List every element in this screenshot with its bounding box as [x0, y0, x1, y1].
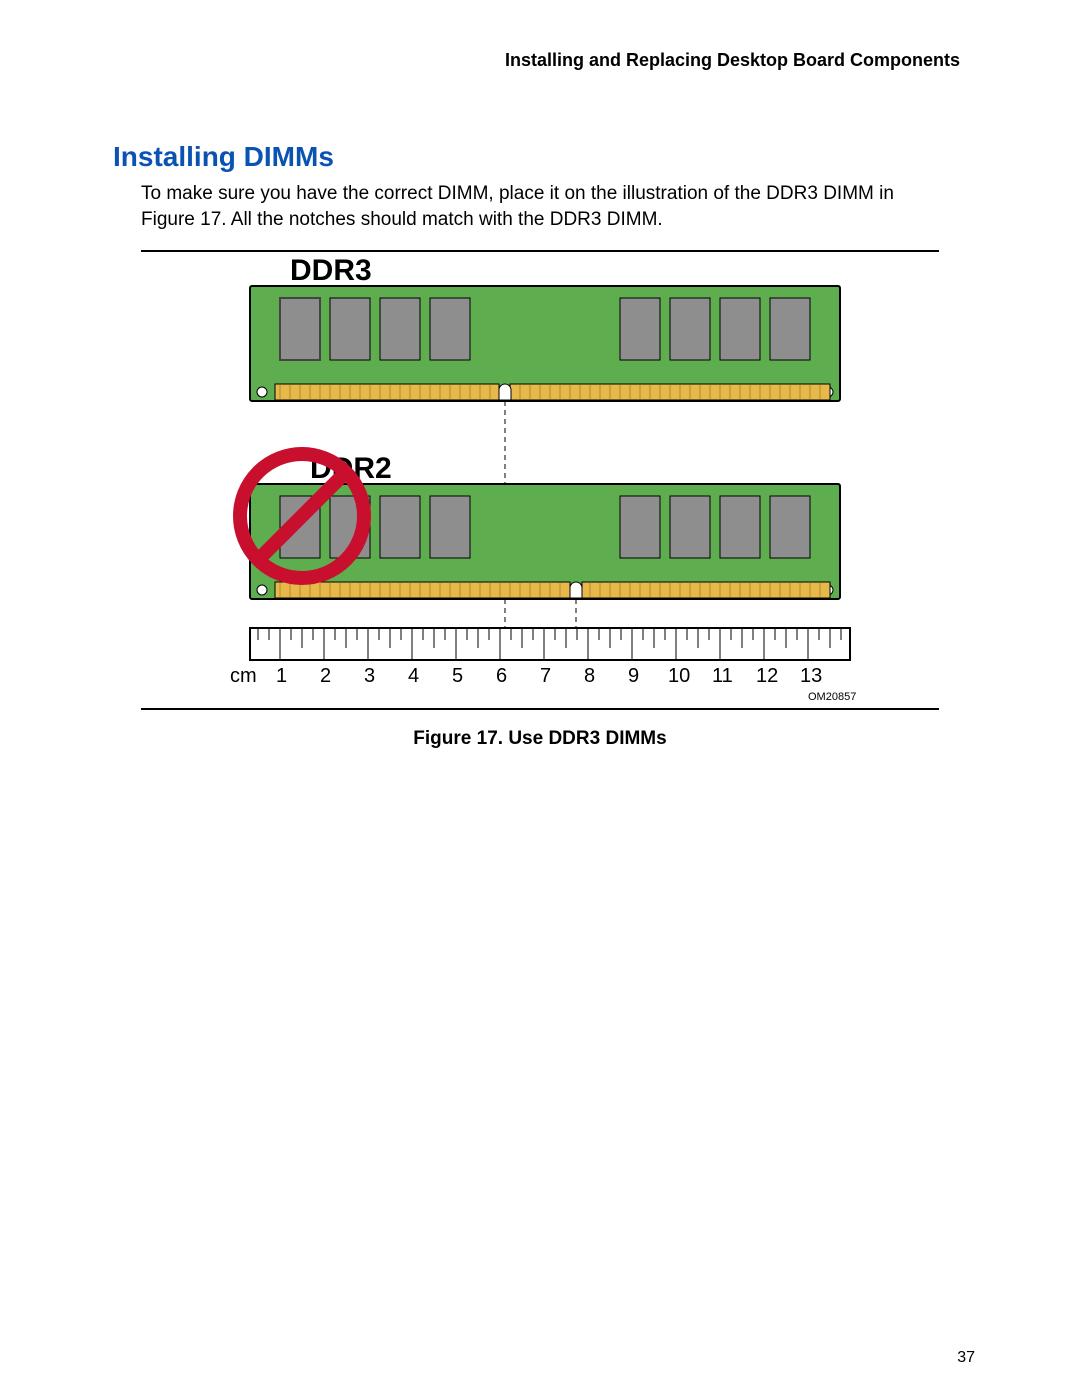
- ddr2-module: [250, 484, 840, 599]
- ruler-tick-8: 8: [584, 665, 595, 687]
- ruler-tick-9: 9: [628, 665, 639, 687]
- page-number: 37: [957, 1349, 975, 1367]
- ruler-tick-6: 6: [496, 665, 507, 687]
- ruler-tick-13: 13: [800, 665, 822, 687]
- ruler-tick-10: 10: [668, 665, 690, 687]
- ruler-tick-12: 12: [756, 665, 778, 687]
- ddr3-module: [250, 286, 840, 401]
- ruler-tick-3: 3: [364, 665, 375, 687]
- ruler-unit-label: cm: [230, 665, 257, 687]
- ruler-tick-7: 7: [540, 665, 551, 687]
- intro-paragraph: To make sure you have the correct DIMM, …: [141, 181, 951, 232]
- section-heading: Installing DIMMs: [113, 141, 967, 173]
- running-header: Installing and Replacing Desktop Board C…: [95, 50, 985, 71]
- illustration-id: OM20857: [808, 691, 856, 703]
- ddr3-label: DDR3: [290, 256, 372, 287]
- dimm-illustration: DDR3: [220, 256, 860, 706]
- ruler-tick-2: 2: [320, 665, 331, 687]
- figure-caption: Figure 17. Use DDR3 DIMMs: [95, 728, 985, 750]
- figure-container: DDR3: [141, 250, 939, 710]
- ruler-tick-4: 4: [408, 665, 419, 687]
- ruler: cm 1 2 3 4 5 6 7 8 9 10 11 12 13: [230, 628, 850, 687]
- ruler-tick-11: 11: [712, 665, 733, 687]
- ruler-tick-5: 5: [452, 665, 463, 687]
- ruler-tick-1: 1: [276, 665, 287, 687]
